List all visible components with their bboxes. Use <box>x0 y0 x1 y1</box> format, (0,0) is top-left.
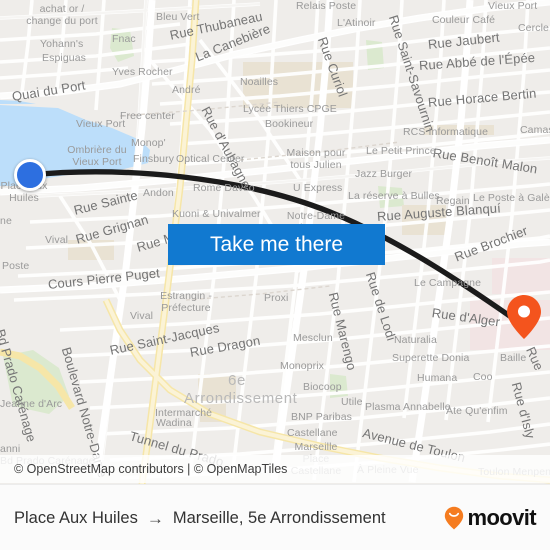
map-attribution: © OpenStreetMap contributors | © OpenMap… <box>0 455 550 483</box>
moovit-logo[interactable]: moovit <box>444 506 550 530</box>
destination-label: Marseille, 5e Arrondissement <box>172 508 386 527</box>
take-me-there-button[interactable]: Take me there <box>168 224 385 265</box>
origin-label: Place Aux Huiles <box>14 508 138 527</box>
destination-marker[interactable] <box>506 294 542 340</box>
origin-marker[interactable] <box>14 159 46 191</box>
moovit-pin-icon <box>445 506 464 530</box>
arrow-right-icon: → <box>146 508 164 528</box>
footer-bar: Place Aux Huiles → Marseille, 5e Arrondi… <box>0 484 550 550</box>
route-summary: Place Aux Huiles → Marseille, 5e Arrondi… <box>0 509 444 528</box>
moovit-wordmark: moovit <box>467 505 536 530</box>
moovit-route-map-screenshot: Quai du Port Rue Thubaneau La Canebière Rue… <box>0 0 550 550</box>
map-canvas[interactable]: Quai du Port Rue Thubaneau La Canebière Rue… <box>0 0 550 484</box>
